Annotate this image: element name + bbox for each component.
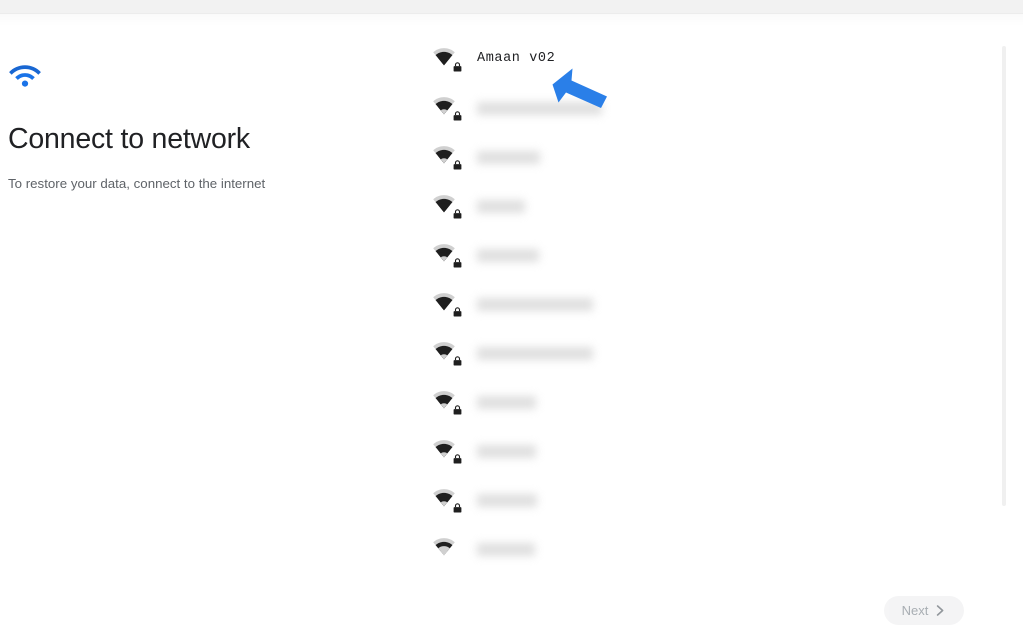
- network-name: [477, 150, 540, 164]
- vertical-scrollbar[interactable]: [1002, 46, 1006, 506]
- network-name: [477, 199, 525, 213]
- network-name: [477, 542, 535, 556]
- network-row[interactable]: [430, 377, 950, 426]
- network-name: [477, 297, 593, 311]
- network-row[interactable]: [430, 132, 950, 181]
- network-name: [477, 444, 536, 458]
- wifi-lock-icon: [432, 487, 462, 513]
- network-name: [477, 248, 539, 262]
- chevron-right-icon: [937, 605, 944, 616]
- network-row[interactable]: [430, 83, 950, 132]
- wifi-lock-icon: [432, 144, 462, 170]
- window-title-bar: [0, 0, 1023, 14]
- network-row[interactable]: [430, 279, 950, 328]
- wifi-lock-icon: [432, 389, 462, 415]
- top-bar-gradient: [0, 14, 1023, 26]
- network-name: [477, 101, 602, 115]
- network-row[interactable]: Amaan v02: [430, 34, 950, 83]
- network-row[interactable]: [430, 475, 950, 524]
- next-button[interactable]: Next: [884, 596, 964, 625]
- network-list[interactable]: Amaan v02: [430, 34, 950, 573]
- page-title: Connect to network: [8, 123, 250, 155]
- network-name: Amaan v02: [477, 51, 556, 66]
- wifi-lock-icon: [432, 340, 462, 366]
- network-row[interactable]: [430, 426, 950, 475]
- network-row[interactable]: [430, 230, 950, 279]
- network-name: [477, 395, 536, 409]
- network-name: [477, 346, 593, 360]
- setup-page: Connect to network To restore your data,…: [0, 26, 1023, 633]
- network-row[interactable]: [430, 524, 950, 573]
- network-row[interactable]: [430, 181, 950, 230]
- scrollbar-thumb[interactable]: [1002, 46, 1006, 506]
- wifi-icon: [9, 65, 41, 87]
- wifi-lock-icon: [432, 95, 462, 121]
- next-button-label: Next: [901, 603, 929, 618]
- wifi-lock-icon: [432, 438, 462, 464]
- page-subtitle: To restore your data, connect to the int…: [8, 176, 266, 191]
- wifi-icon: [432, 536, 462, 562]
- wifi-lock-icon: [432, 46, 462, 72]
- wifi-lock-icon: [432, 291, 462, 317]
- intro-pane: Connect to network To restore your data,…: [8, 62, 398, 193]
- wifi-lock-icon: [432, 193, 462, 219]
- network-name: [477, 493, 537, 507]
- network-row[interactable]: [430, 328, 950, 377]
- wifi-lock-icon: [432, 242, 462, 268]
